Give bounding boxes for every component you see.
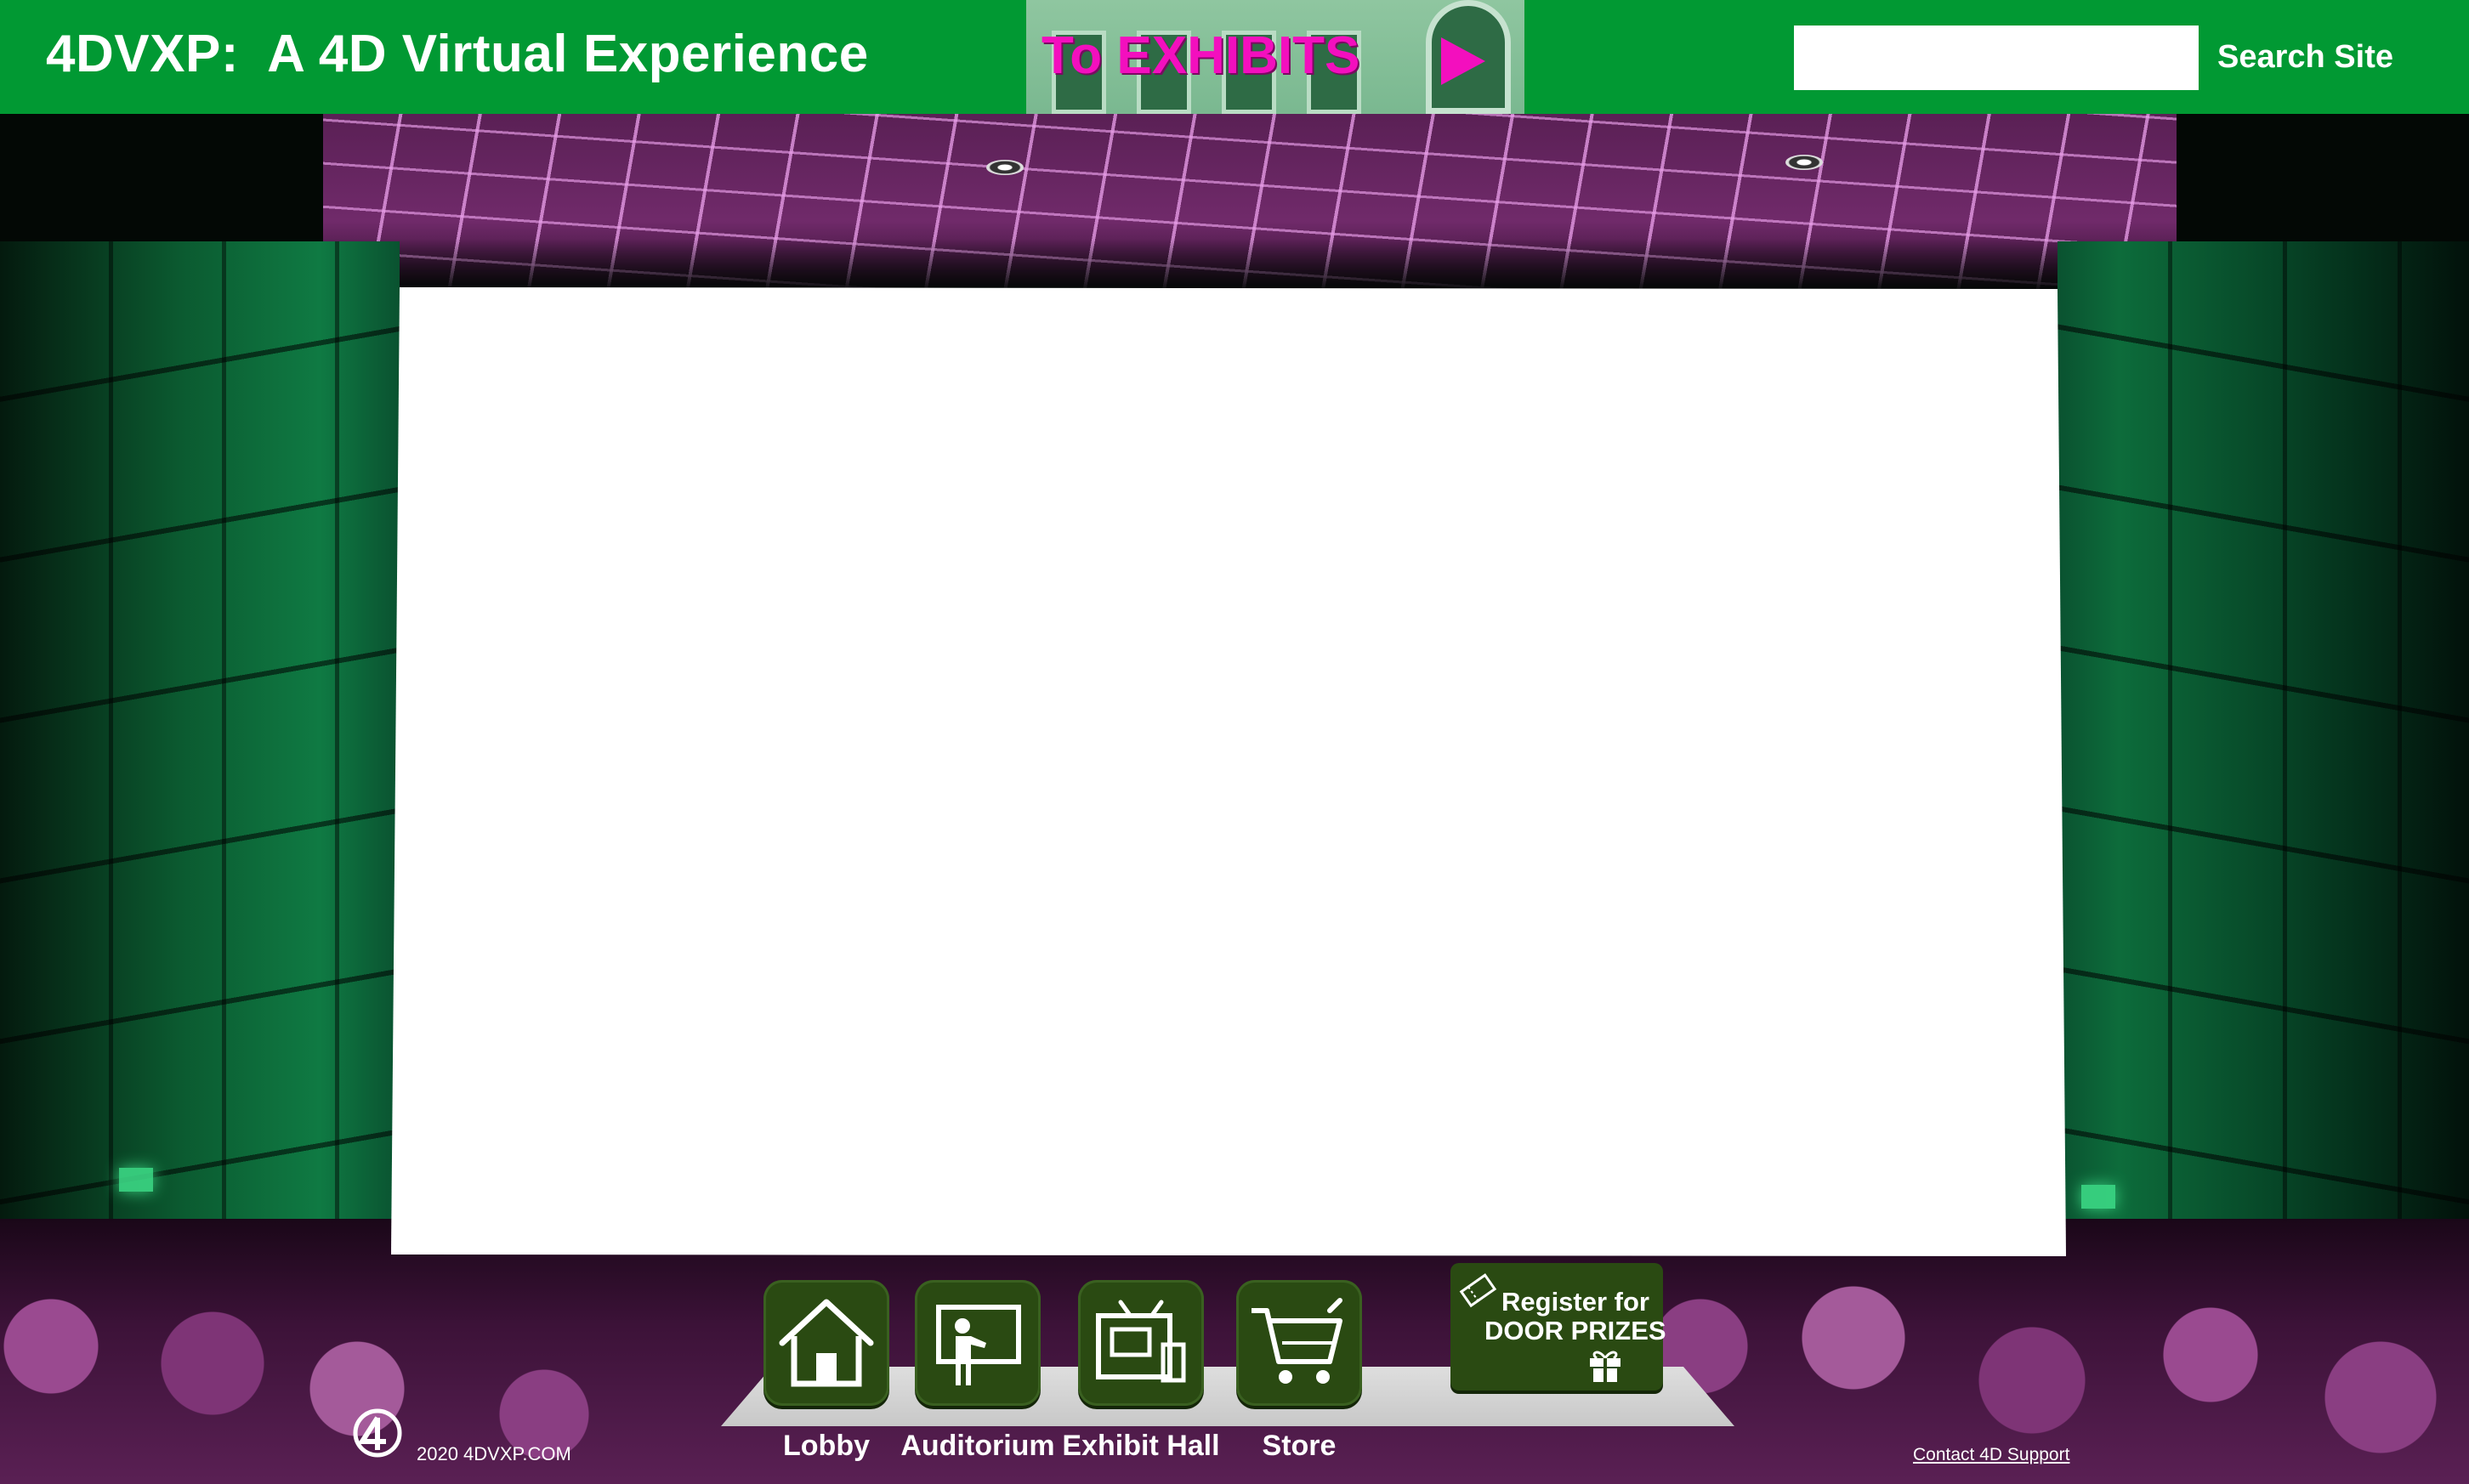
nav-auditorium-button[interactable] xyxy=(915,1280,1041,1406)
ceiling-light xyxy=(986,160,1024,175)
nav-store-button[interactable] xyxy=(1236,1280,1362,1406)
register-door-prizes-button[interactable]: Register for DOOR PRIZES xyxy=(1450,1263,1666,1391)
nav-exhibit-hall[interactable]: Exhibit Hall xyxy=(1062,1280,1220,1462)
gift-icon xyxy=(1590,1351,1620,1382)
exit-sign-icon xyxy=(2081,1185,2115,1209)
contact-support-link[interactable]: Contact 4D Support xyxy=(1913,1445,2069,1465)
copyright-text: 2020 4DVXP.COM xyxy=(417,1443,571,1464)
nav-lobby-label: Lobby xyxy=(783,1430,870,1462)
presenter-icon xyxy=(936,1305,1021,1385)
nav-exhibit-hall-button[interactable] xyxy=(1078,1280,1204,1406)
nav-store-label: Store xyxy=(1262,1430,1337,1462)
door-prizes-line1: Register for xyxy=(1501,1287,1649,1317)
house-icon xyxy=(779,1299,874,1387)
play-arrow-icon xyxy=(1441,37,1485,85)
search-site-button[interactable]: Search Site xyxy=(2217,39,2393,76)
nav-auditorium-label: Auditorium xyxy=(900,1430,1055,1462)
ceiling-light xyxy=(1785,155,1823,170)
search-input[interactable] xyxy=(1794,25,2199,90)
video-screen[interactable] xyxy=(391,287,2066,1256)
4d-logo-icon xyxy=(353,1408,402,1458)
left-wall-panels xyxy=(0,241,400,1346)
nav-auditorium[interactable]: Auditorium xyxy=(900,1280,1055,1462)
nav-store[interactable]: Store xyxy=(1236,1280,1362,1462)
shopping-cart-icon xyxy=(1252,1298,1342,1384)
nav-lobby-button[interactable] xyxy=(763,1280,889,1406)
to-exhibits-label: To EXHIBITS xyxy=(1042,26,1360,85)
ticket-icon xyxy=(1459,1273,1497,1308)
exit-sign-icon xyxy=(119,1168,153,1192)
header-bar: 4DVXP: A 4D Virtual Experience To EXHIBI… xyxy=(0,0,2469,114)
door-prizes-line2: DOOR PRIZES xyxy=(1484,1316,1666,1345)
nav-lobby[interactable]: Lobby xyxy=(763,1280,889,1462)
ceiling-grid xyxy=(323,114,2177,292)
exhibit-booth-icon xyxy=(1096,1300,1186,1383)
right-wall-panels xyxy=(2058,241,2469,1346)
to-exhibits-link[interactable]: To EXHIBITS xyxy=(1026,0,1524,114)
nav-exhibit-hall-label: Exhibit Hall xyxy=(1062,1430,1220,1462)
site-title: 4DVXP: A 4D Virtual Experience xyxy=(46,25,869,83)
